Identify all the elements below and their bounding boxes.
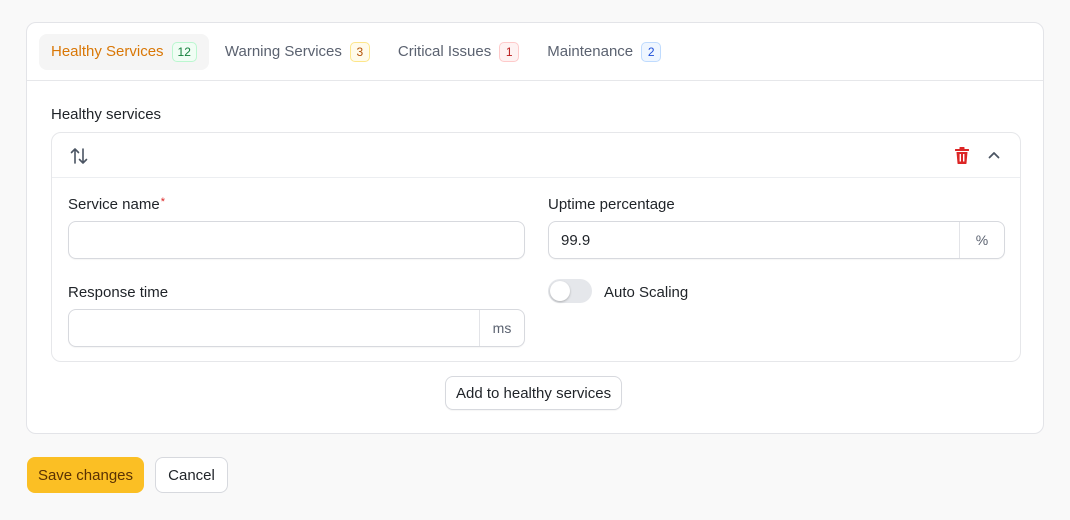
section-label: Healthy services [51, 106, 162, 123]
uptime-field[interactable]: % [548, 221, 1005, 259]
uptime-input[interactable] [549, 222, 959, 258]
reorder-icon[interactable] [68, 145, 90, 167]
item-header [52, 133, 1020, 178]
add-healthy-service-button[interactable]: Add to healthy services [445, 376, 623, 410]
auto-scaling-toggle[interactable] [548, 279, 592, 303]
ms-suffix: ms [479, 310, 524, 346]
tab-label: Warning Services [224, 43, 342, 60]
service-name-input[interactable] [69, 222, 524, 258]
percent-suffix: % [959, 222, 1004, 258]
save-button[interactable]: Save changes [27, 457, 144, 493]
count-badge: 3 [349, 41, 370, 62]
tab-bar: Healthy Services 12 Warning Services 3 C… [27, 23, 1043, 81]
trash-icon[interactable] [952, 145, 972, 165]
auto-scaling-label: Auto Scaling [604, 284, 689, 301]
tab-critical-issues[interactable]: Critical Issues 1 [386, 34, 531, 70]
tab-label: Maintenance [547, 43, 634, 60]
service-item: Service name* Uptime percentage % Respon… [51, 132, 1021, 362]
service-name-field[interactable] [68, 221, 525, 259]
form-card: Healthy Services 12 Warning Services 3 C… [26, 22, 1044, 434]
count-badge: 1 [499, 41, 520, 62]
toggle-knob [550, 281, 570, 301]
tab-warning-services[interactable]: Warning Services 3 [213, 34, 382, 70]
response-time-input[interactable] [69, 310, 479, 346]
tab-label: Critical Issues [397, 43, 492, 60]
count-badge: 2 [641, 41, 662, 62]
service-name-label: Service name* [68, 196, 165, 213]
cancel-button[interactable]: Cancel [155, 457, 228, 493]
tab-healthy-services[interactable]: Healthy Services 12 [39, 33, 209, 70]
response-time-label: Response time [68, 284, 169, 301]
tab-label: Healthy Services [51, 43, 164, 60]
service-name-label-text: Service name [68, 196, 160, 213]
uptime-label: Uptime percentage [548, 196, 675, 213]
response-time-field[interactable]: ms [68, 309, 525, 347]
chevron-up-icon[interactable] [984, 145, 1004, 165]
required-asterisk: * [160, 196, 165, 208]
tab-maintenance[interactable]: Maintenance 2 [535, 34, 673, 70]
count-badge: 12 [171, 41, 197, 62]
